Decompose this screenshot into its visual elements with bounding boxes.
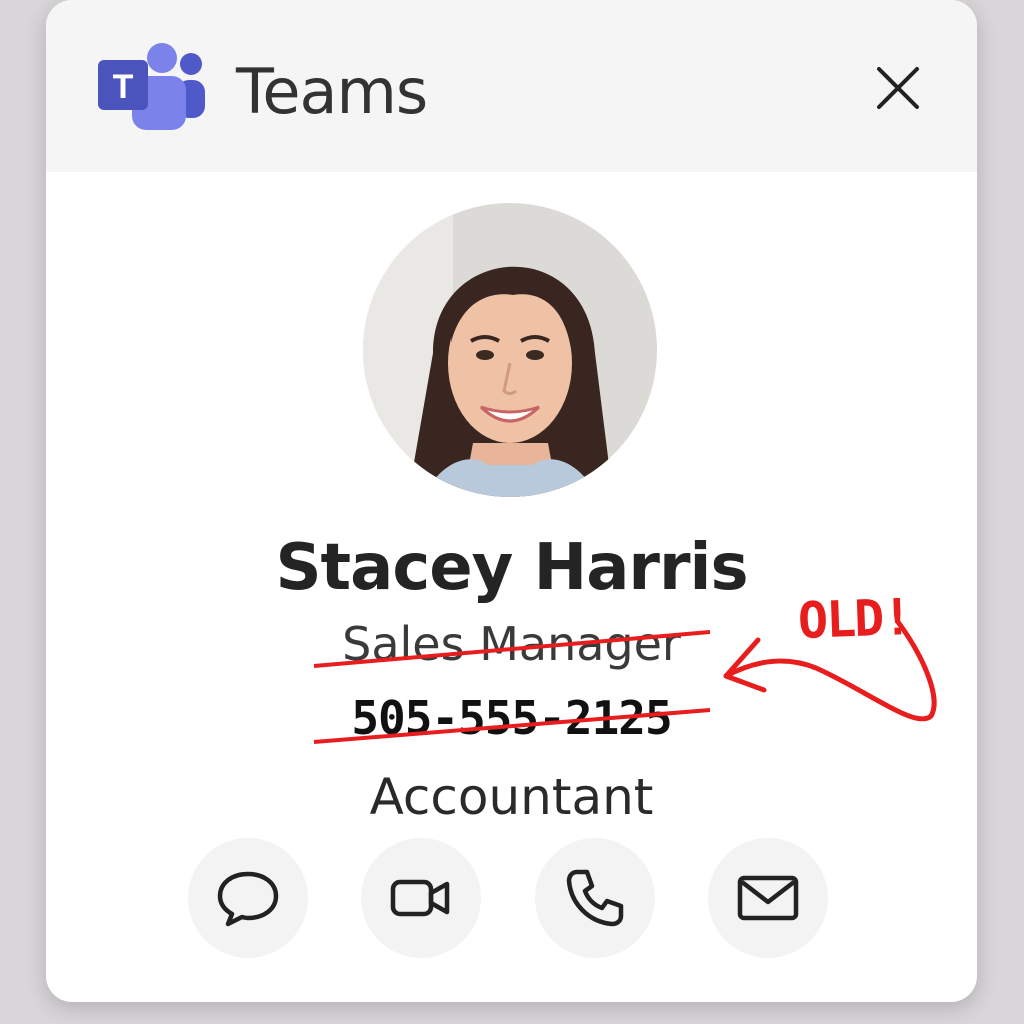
avatar-photo: [363, 203, 657, 497]
app-title: Teams: [236, 55, 428, 128]
video-call-icon: [390, 879, 450, 917]
close-icon: [877, 67, 919, 109]
logo-letter: T: [113, 68, 134, 106]
chat-icon: [217, 871, 279, 927]
card-header: T Teams: [46, 0, 977, 172]
chat-button[interactable]: [188, 838, 308, 958]
close-button[interactable]: [868, 58, 928, 118]
phone-icon: [566, 869, 624, 927]
action-bar: [46, 838, 977, 960]
avatar: [363, 203, 657, 497]
video-call-button[interactable]: [361, 838, 481, 958]
new-job-title: Accountant: [369, 768, 654, 826]
old-phone-number: 505-555-2125: [351, 691, 672, 745]
teams-logo-icon: T: [98, 43, 205, 130]
call-button[interactable]: [535, 838, 655, 958]
email-button[interactable]: [708, 838, 828, 958]
old-annotation-label: OLD!: [797, 588, 912, 650]
mail-icon: [737, 875, 799, 921]
contact-card: T Teams Stacey Harris Sales Manager 505-…: [46, 0, 977, 1002]
